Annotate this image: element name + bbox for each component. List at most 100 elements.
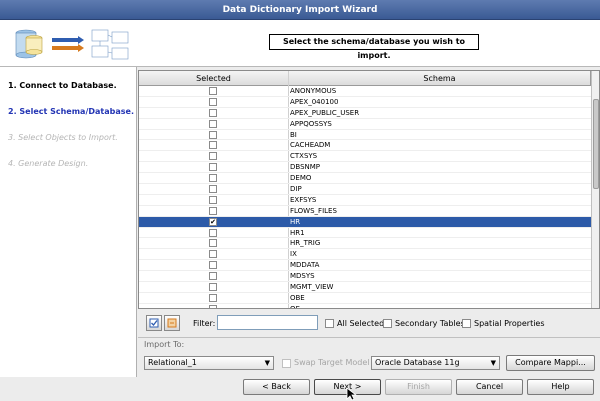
table-row[interactable]: CTXSYS (139, 151, 591, 163)
table-row[interactable]: BI (139, 130, 591, 141)
table-row[interactable]: MDDATA (139, 260, 591, 272)
row-checkbox[interactable] (209, 130, 217, 139)
row-checkbox[interactable] (209, 239, 217, 248)
step-connect[interactable]: 1. Connect to Database. (8, 81, 117, 90)
row-checkbox[interactable] (209, 283, 217, 292)
wizard-database-icon (15, 29, 129, 60)
step-select-schema[interactable]: 2. Select Schema/Database. (8, 107, 134, 116)
row-checkbox[interactable] (209, 185, 217, 194)
row-checkbox[interactable] (209, 272, 217, 281)
schema-name: APPQOSSYS (290, 119, 332, 128)
table-row[interactable]: MGMT_VIEW (139, 282, 591, 293)
row-checkbox[interactable]: ✔ (209, 217, 217, 226)
all-selected-checkbox[interactable] (325, 319, 334, 328)
schema-name: MDSYS (290, 272, 315, 281)
filter-bar: Filter: All Selected Secondary Tables Sp… (138, 313, 600, 335)
table-row[interactable]: ✔ HR (139, 216, 591, 228)
compare-mapping-button[interactable]: Compare Mappi... (506, 355, 595, 371)
secondary-tables-checkbox[interactable] (383, 319, 392, 328)
all-selected-label: All Selected (337, 319, 385, 328)
table-row[interactable]: EXFSYS (139, 195, 591, 206)
step-generate-design: 4. Generate Design. (8, 159, 89, 168)
table-row[interactable]: DIP (139, 184, 591, 195)
target-model-value: Relational_1 (148, 358, 197, 367)
wizard-header: Select the schema/database you wish to i… (0, 20, 600, 67)
back-button[interactable]: < Back (243, 379, 310, 395)
deselect-all-icon[interactable] (164, 315, 180, 331)
table-row[interactable]: APEX_040100 (139, 97, 591, 108)
row-checkbox[interactable] (209, 119, 217, 128)
schema-name: APEX_PUBLIC_USER (290, 108, 360, 117)
table-row[interactable]: HR1 (139, 228, 591, 239)
filter-input[interactable] (217, 315, 318, 330)
database-type-dropdown[interactable]: Oracle Database 11g ▼ (371, 356, 500, 370)
row-checkbox[interactable] (209, 152, 217, 161)
scrollbar-thumb[interactable] (593, 99, 599, 189)
import-to-panel: Import To: Relational_1 ▼ Swap Target Mo… (138, 337, 600, 377)
table-row[interactable]: HR_TRIG (139, 238, 591, 250)
table-row[interactable]: IX (139, 249, 591, 261)
row-checkbox[interactable] (209, 250, 217, 259)
schema-name: IX (290, 250, 297, 259)
table-row[interactable]: OE (139, 304, 591, 309)
table-row[interactable]: CACHEADM (139, 140, 591, 152)
schema-name: MGMT_VIEW (290, 283, 334, 292)
schema-name: OBE (290, 293, 305, 302)
table-body: ANONYMOUS APEX_040100 APEX_PUBLIC_USER APPQ… (139, 86, 591, 309)
window-title-bar: Data Dictionary Import Wizard (0, 0, 600, 20)
finish-button: Finish (385, 379, 452, 395)
swap-target-checkbox (282, 359, 291, 368)
database-type-value: Oracle Database 11g (375, 358, 460, 367)
row-checkbox[interactable] (209, 228, 217, 237)
schema-name: EXFSYS (290, 195, 317, 204)
vertical-scrollbar[interactable] (591, 71, 599, 308)
schema-name: DIP (290, 185, 302, 194)
row-checkbox[interactable] (209, 163, 217, 172)
help-button[interactable]: Help (527, 379, 594, 395)
table-row[interactable]: MDSYS (139, 271, 591, 283)
table-row[interactable]: FLOWS_FILES (139, 206, 591, 217)
row-checkbox[interactable] (209, 87, 217, 95)
row-checkbox[interactable] (209, 108, 217, 117)
swap-target-label: Swap Target Model (294, 358, 370, 367)
row-checkbox[interactable] (209, 293, 217, 302)
schema-name: FLOWS_FILES (290, 206, 337, 215)
schema-name: DEMO (290, 174, 312, 183)
table-row[interactable]: ANONYMOUS (139, 86, 591, 97)
schema-name: OE (290, 304, 300, 309)
instruction-label: Select the schema/database you wish to i… (269, 34, 479, 60)
spatial-properties-checkbox[interactable] (462, 319, 471, 328)
row-checkbox[interactable] (209, 141, 217, 150)
select-all-icon[interactable] (146, 315, 162, 331)
table-row[interactable]: APEX_PUBLIC_USER (139, 108, 591, 119)
row-checkbox[interactable] (209, 174, 217, 183)
schema-name: ANONYMOUS (290, 87, 337, 95)
wizard-steps-panel: 1. Connect to Database. 2. Select Schema… (0, 67, 137, 377)
table-row[interactable]: DBSNMP (139, 162, 591, 174)
schema-name: MDDATA (290, 261, 320, 270)
schema-name: APEX_040100 (290, 97, 339, 106)
secondary-tables-label: Secondary Tables (395, 319, 465, 328)
chevron-down-icon: ▼ (490, 359, 496, 367)
table-row[interactable]: APPQOSSYS (139, 119, 591, 130)
row-checkbox[interactable] (209, 304, 217, 308)
chevron-down-icon: ▼ (264, 359, 270, 367)
row-checkbox[interactable] (209, 206, 217, 215)
column-header-schema[interactable]: Schema (289, 71, 591, 86)
row-checkbox[interactable] (209, 97, 217, 106)
wizard-footer: < Back Next > Finish Cancel Help (0, 377, 600, 401)
cancel-button[interactable]: Cancel (456, 379, 523, 395)
column-header-selected[interactable]: Selected (139, 71, 289, 86)
target-model-dropdown[interactable]: Relational_1 ▼ (144, 356, 274, 370)
schema-name: HR (290, 217, 301, 226)
import-to-label: Import To: (144, 340, 185, 349)
row-checkbox[interactable] (209, 261, 217, 270)
schema-table: Selected Schema ANONYMOUS APEX_040100 APEX… (138, 70, 600, 309)
filter-label: Filter: (193, 319, 216, 328)
schema-name: HR_TRIG (290, 239, 321, 248)
schema-name: CTXSYS (290, 152, 318, 161)
table-row[interactable]: DEMO (139, 173, 591, 185)
table-row[interactable]: OBE (139, 293, 591, 304)
window-title: Data Dictionary Import Wizard (222, 5, 378, 15)
row-checkbox[interactable] (209, 195, 217, 204)
